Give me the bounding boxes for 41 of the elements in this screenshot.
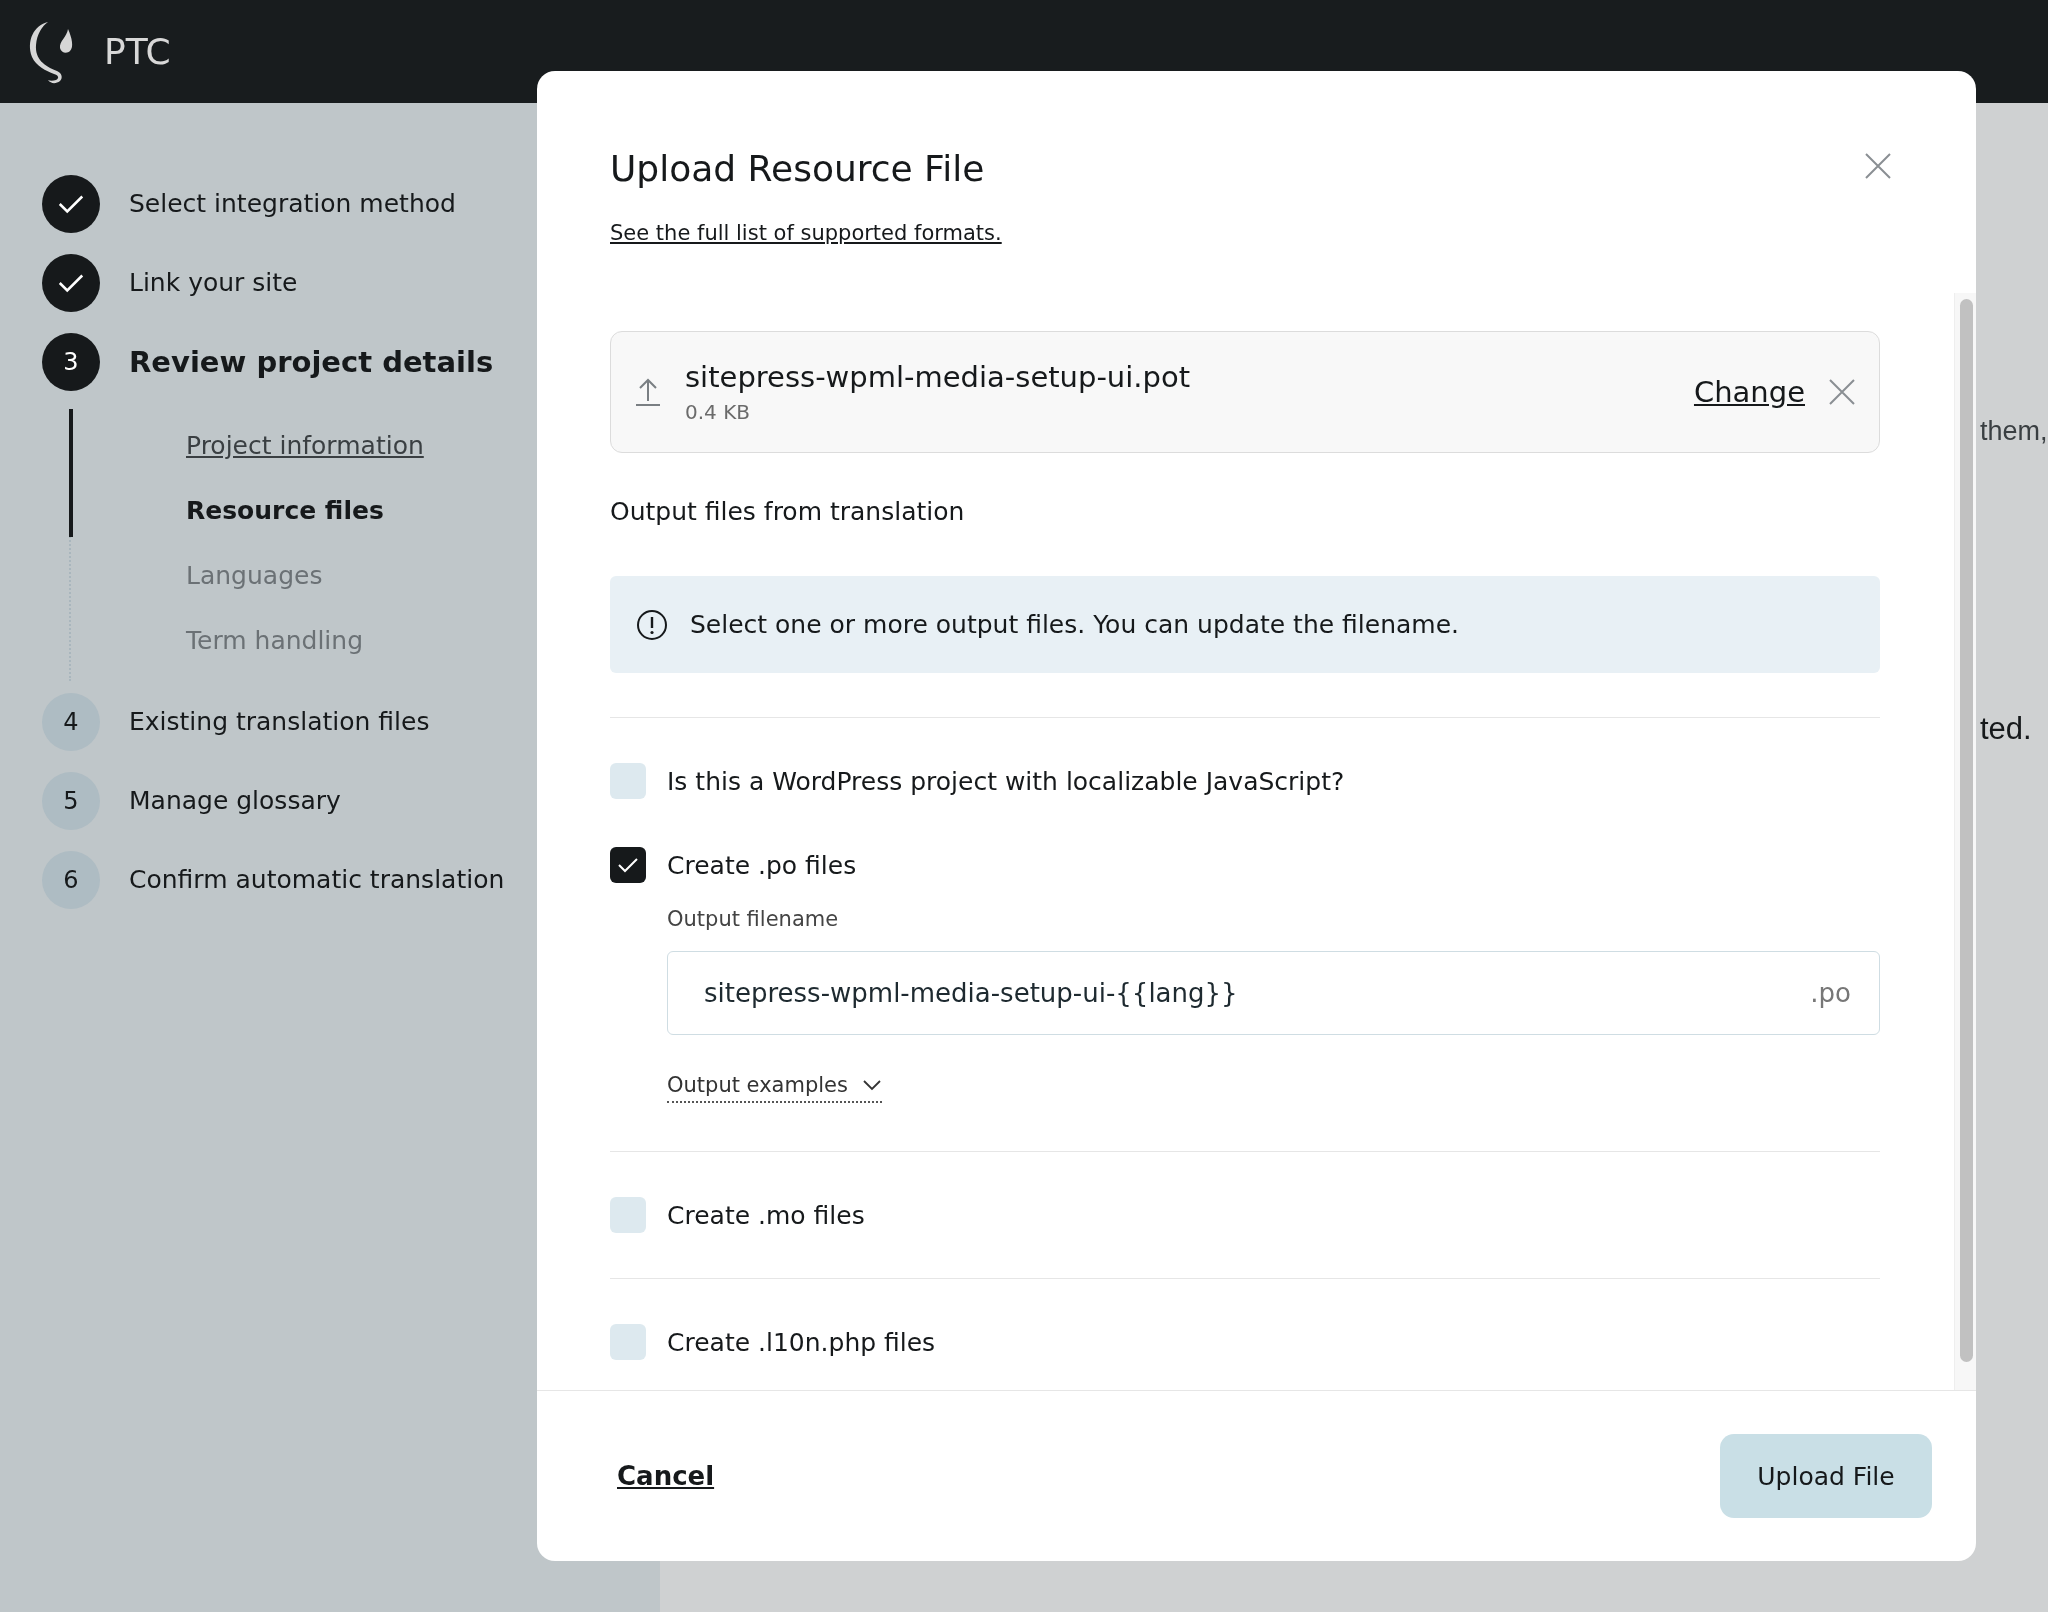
upload-file-button[interactable]: Upload File [1720, 1434, 1932, 1518]
step-indicator: 4 [42, 692, 100, 751]
substep-link[interactable]: Resource files [186, 496, 384, 525]
file-name: sitepress-wpml-media-setup-ui.pot [685, 360, 1192, 394]
brand-name: PTC [104, 31, 171, 72]
checkbox[interactable] [610, 1324, 646, 1360]
step-label[interactable]: Link your site [129, 268, 298, 297]
checkbox[interactable] [610, 763, 646, 799]
close-icon [1864, 152, 1892, 180]
output-examples-toggle[interactable]: Output examples [667, 1073, 882, 1103]
remove-icon[interactable] [1829, 379, 1855, 405]
checkbox-label: Create .l10n.php files [667, 1327, 936, 1357]
info-text: Select one or more output files. You can update the filename. [690, 610, 1459, 639]
step-indicator: 5 [42, 771, 100, 830]
formats-link[interactable]: See the full list of supported formats. [610, 189, 1002, 245]
file-size: 0.4 KB [685, 400, 751, 424]
upload-icon [635, 377, 661, 407]
substep-link[interactable]: Project information [186, 431, 424, 460]
background-text: ted. [1980, 711, 2032, 747]
step-label[interactable]: Select integration method [129, 189, 456, 218]
step-label[interactable]: Review project details [129, 344, 494, 379]
section-heading: Output files from translation [610, 497, 966, 526]
checkbox[interactable] [610, 1197, 646, 1233]
dialog-title: Upload Resource File [610, 148, 985, 189]
step-indicator: 6 [42, 850, 100, 909]
background-text: them, [1980, 416, 2048, 447]
chevron-icon [861, 1079, 882, 1091]
step-indicator: 3 [42, 332, 100, 391]
filename-field[interactable]: sitepress-wpml-media-setup-ui-{{lang}} .po [667, 951, 1880, 1035]
checkbox[interactable] [610, 847, 646, 883]
checkbox-label: Is this a WordPress project with localizable JavaScript? [667, 766, 1345, 796]
info-icon [636, 608, 668, 641]
cancel-link[interactable]: Cancel [617, 1461, 715, 1491]
step-label[interactable]: Manage glossary [129, 786, 341, 815]
step-label[interactable]: Confirm automatic translation [129, 865, 505, 894]
field-label: Output filename [667, 907, 839, 931]
scrollbar[interactable] [1954, 293, 1976, 1390]
checkbox-label: Create .mo files [667, 1200, 865, 1230]
change-link[interactable]: Change [1693, 375, 1805, 409]
checkbox-label: Create .po files [667, 850, 857, 880]
step-label[interactable]: Existing translation files [129, 707, 430, 736]
